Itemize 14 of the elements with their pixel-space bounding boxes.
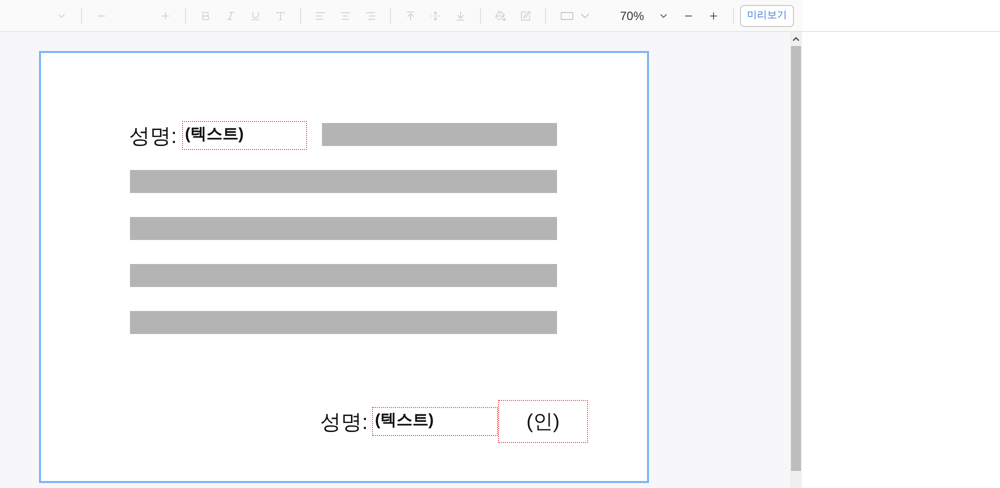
seal-field[interactable]: (인): [498, 400, 588, 443]
name-label: 성명:: [129, 124, 177, 150]
zoom-level[interactable]: 70%: [620, 6, 644, 24]
align-top-icon[interactable]: [405, 8, 416, 22]
fill-color-icon[interactable]: [495, 8, 506, 22]
preview-button[interactable]: 미리보기: [740, 4, 794, 26]
align-middle-icon[interactable]: [430, 8, 442, 22]
text-field[interactable]: (텍스트): [182, 121, 307, 150]
scroll-up-icon[interactable]: [791, 34, 801, 44]
name-label: 성명:: [320, 410, 368, 436]
text-field[interactable]: (텍스트): [372, 407, 498, 436]
align-bottom-icon[interactable]: [455, 8, 466, 22]
scrollbar[interactable]: [790, 32, 802, 488]
border-color-icon[interactable]: [520, 8, 532, 22]
